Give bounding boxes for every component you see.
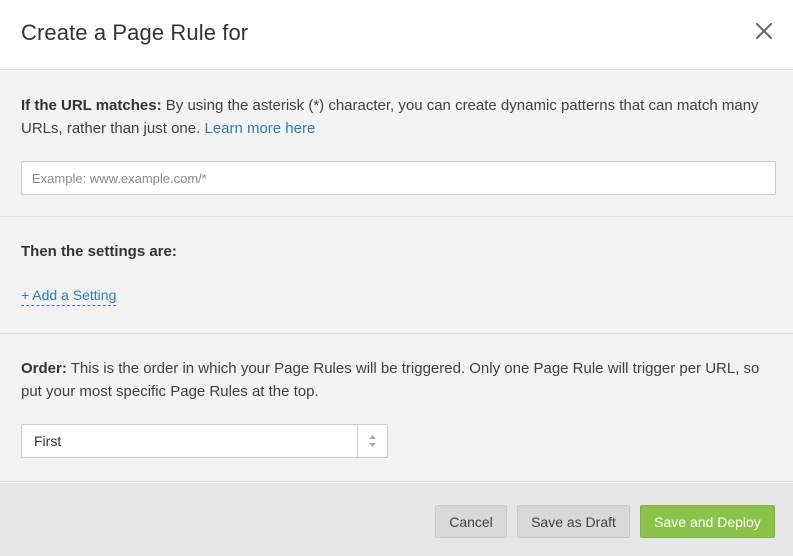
dialog-footer: Cancel Save as Draft Save and Deploy (0, 483, 793, 556)
up-down-arrows-icon (369, 435, 376, 447)
order-description: Order: This is the order in which your P… (21, 357, 761, 403)
order-select[interactable]: First (21, 424, 388, 458)
save-as-draft-button[interactable]: Save as Draft (517, 505, 630, 538)
add-setting-link[interactable]: + Add a Setting (21, 287, 117, 306)
url-match-label: If the URL matches: (21, 97, 162, 114)
order-select-toggle[interactable] (357, 425, 387, 457)
order-section: Order: This is the order in which your P… (0, 334, 793, 482)
settings-section: Then the settings are: + Add a Setting (0, 217, 793, 334)
dialog-header: Create a Page Rule for (0, 0, 793, 70)
url-match-section: If the URL matches: By using the asteris… (0, 70, 793, 217)
learn-more-link[interactable]: Learn more here (204, 120, 315, 137)
close-button[interactable] (753, 20, 775, 42)
order-help-text: This is the order in which your Page Rul… (21, 360, 760, 400)
order-select-value: First (34, 433, 62, 449)
url-pattern-input[interactable] (21, 161, 776, 195)
order-label: Order: (21, 360, 67, 377)
cancel-button[interactable]: Cancel (435, 505, 507, 538)
dialog-title: Create a Page Rule for (21, 20, 249, 45)
close-icon (756, 23, 772, 39)
create-page-rule-dialog: Create a Page Rule for If the URL matche… (0, 0, 793, 556)
save-and-deploy-button[interactable]: Save and Deploy (640, 505, 775, 538)
settings-heading: Then the settings are: (21, 243, 177, 260)
url-match-description: If the URL matches: By using the asteris… (21, 94, 761, 140)
